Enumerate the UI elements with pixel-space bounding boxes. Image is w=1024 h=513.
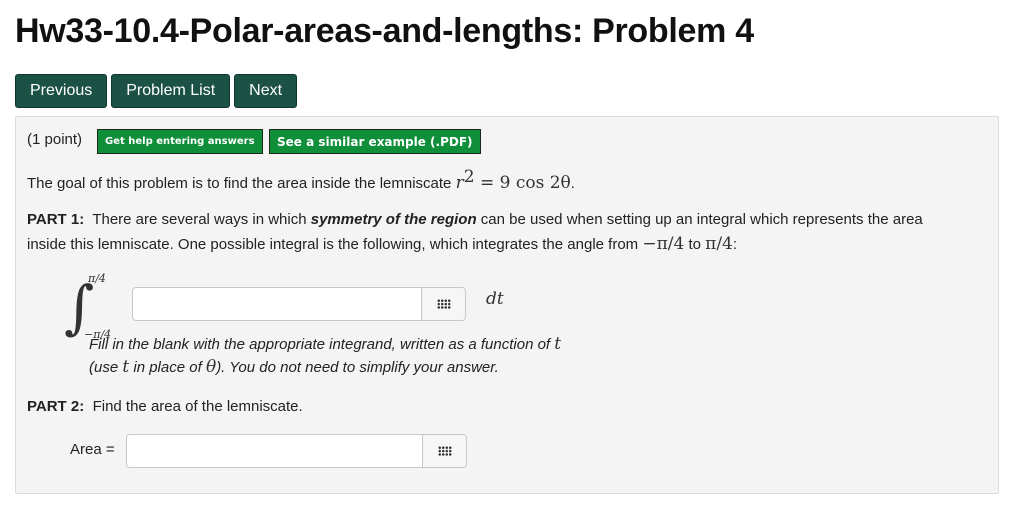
page-title: Hw33-10.4-Polar-areas-and-lengths: Probl… — [15, 12, 754, 50]
fill-note-variable-t2: t — [122, 357, 130, 377]
points-label: (1 point) — [27, 131, 83, 148]
integral-dt: dt — [486, 289, 504, 309]
goal-end: . — [570, 175, 575, 192]
similar-example-button[interactable]: See a similar example (.PDF) — [269, 129, 481, 154]
fill-note-text-2c: ). You do not need to simplify your answ… — [216, 359, 499, 376]
part1-line1: PART 1: There are several ways in which … — [27, 208, 923, 232]
fill-note-text-2b: in place of — [133, 359, 202, 376]
help-entering-answers-button[interactable]: Get help entering answers — [97, 129, 263, 154]
fill-note-line1: Fill in the blank with the appropriate i… — [89, 333, 561, 356]
problem-panel: (1 point) Get help entering answers See … — [15, 116, 999, 494]
integrand-input[interactable] — [133, 288, 421, 320]
integral-upper-limit: π/4 — [88, 272, 106, 285]
problem-list-button[interactable]: Problem List — [111, 74, 231, 108]
goal-statement: The goal of this problem is to find the … — [27, 169, 575, 196]
grid-icon — [436, 299, 451, 309]
area-label: Area = — [70, 441, 115, 458]
problem-navigation: Previous Problem List Next — [15, 74, 298, 108]
area-input-group — [126, 434, 467, 468]
goal-text: The goal of this problem is to find the … — [27, 175, 452, 192]
area-input[interactable] — [127, 435, 422, 467]
part1-text-b: can be used when setting up an integral … — [480, 211, 923, 228]
fill-note-line2: (use t in place of θ). You do not need t… — [89, 356, 499, 379]
fill-note-theta: θ — [205, 357, 217, 377]
part1-colon: : — [732, 236, 738, 253]
part2-label: PART 2: — [27, 398, 85, 415]
integrand-palette-button[interactable] — [421, 288, 465, 320]
part2-line: PART 2: Find the area of the lemniscate. — [27, 395, 303, 419]
part1-to-word: to — [688, 236, 701, 253]
part1-line2-text: inside this lemniscate. One possible int… — [27, 236, 639, 253]
part1-emphasis: symmetry of the region — [310, 211, 477, 228]
part1-to: π/4 — [705, 234, 733, 254]
fill-note-variable-t: t — [554, 334, 562, 354]
goal-math-lhs: r — [455, 173, 464, 193]
part1-from: −π/4 — [642, 234, 685, 254]
fill-note-text-2a: (use — [89, 359, 119, 376]
next-button[interactable]: Next — [234, 74, 298, 108]
part2-text: Find the area of the lemniscate. — [92, 398, 303, 415]
goal-math-rhs: = 9 cos 2θ — [474, 173, 571, 193]
part1-text-a: There are several ways in which — [92, 211, 307, 228]
fill-note-text-1: Fill in the blank with the appropriate i… — [89, 336, 551, 353]
part1-line2: inside this lemniscate. One possible int… — [27, 232, 737, 257]
integrand-input-group — [132, 287, 466, 321]
grid-icon — [437, 446, 452, 456]
part1-label: PART 1: — [27, 211, 85, 228]
previous-button[interactable]: Previous — [15, 74, 108, 108]
integral-expression: ∫ π/4 −π/4 — [64, 272, 124, 342]
goal-math-exponent: 2 — [463, 167, 475, 187]
area-palette-button[interactable] — [422, 435, 466, 467]
